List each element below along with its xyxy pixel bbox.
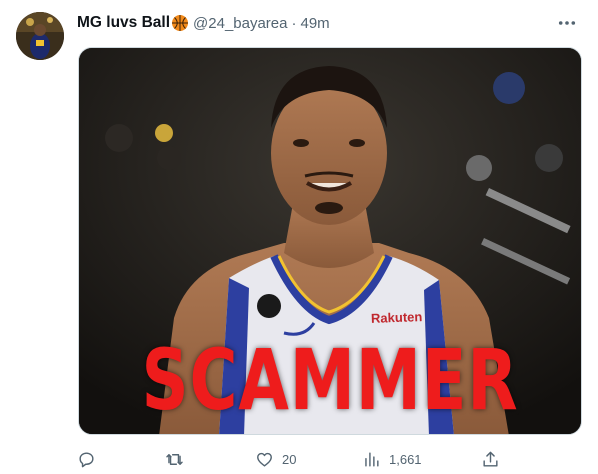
timestamp[interactable]: 49m	[301, 15, 330, 32]
separator-dot: ·	[291, 14, 297, 32]
tweet-header: MG luvs Ball @24_bayarea · 49m	[77, 12, 586, 34]
share-icon	[483, 451, 498, 467]
jersey-sponsor: Rakuten	[370, 309, 423, 326]
tweet-actions: 20 1,661	[77, 446, 587, 472]
user-handle[interactable]: @24_bayarea	[193, 15, 287, 32]
reply-button[interactable]	[77, 446, 104, 472]
display-name[interactable]: MG luvs Ball	[77, 14, 170, 32]
retweet-button[interactable]	[165, 446, 192, 472]
more-options-button[interactable]	[552, 10, 582, 36]
tweet[interactable]: MG luvs Ball @24_bayarea · 49m Rakuten S…	[0, 0, 598, 474]
media-overlay-text: SCAMMER	[141, 331, 519, 429]
like-button[interactable]: 20	[255, 446, 296, 472]
retweet-icon	[166, 453, 183, 465]
views-count: 1,661	[389, 451, 422, 467]
views-button[interactable]: 1,661	[362, 446, 422, 472]
avatar[interactable]	[16, 12, 64, 60]
basketball-icon	[171, 14, 189, 32]
tweet-media-image[interactable]: Rakuten SCAMMER	[78, 47, 582, 435]
avatar-image	[16, 12, 64, 60]
share-button[interactable]	[481, 446, 500, 472]
views-icon	[365, 451, 379, 467]
like-count: 20	[282, 451, 297, 467]
heart-icon	[257, 452, 272, 467]
more-icon	[558, 21, 576, 25]
reply-icon	[79, 451, 94, 467]
